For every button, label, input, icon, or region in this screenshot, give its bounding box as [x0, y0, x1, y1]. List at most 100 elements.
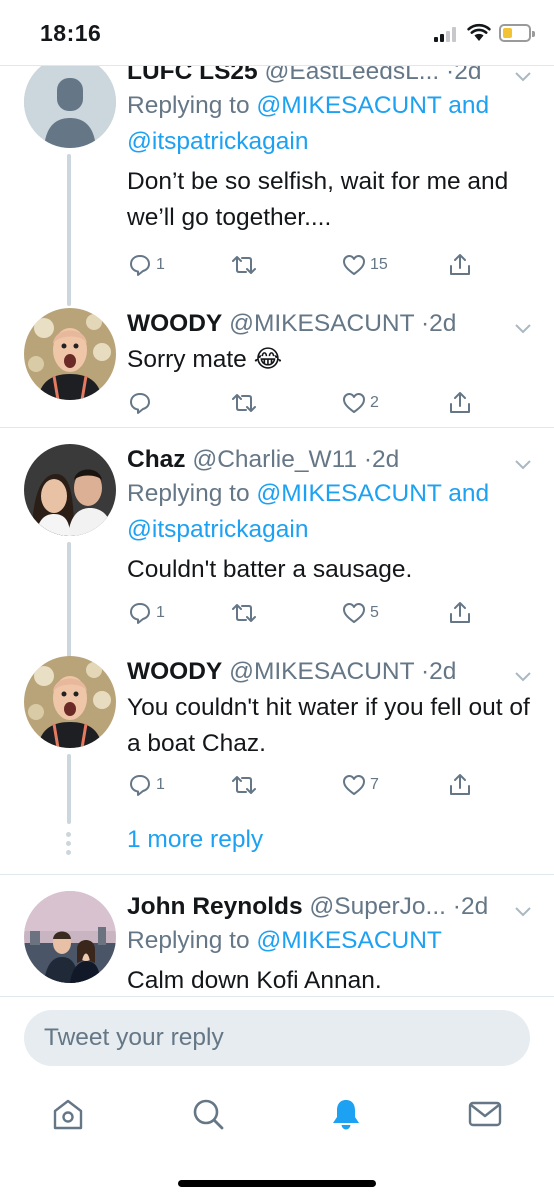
tweet-text: Sorry mate 😂	[127, 346, 283, 373]
cellular-signal-icon	[434, 26, 460, 42]
timestamp: 2d	[460, 893, 489, 920]
reply-icon	[130, 603, 150, 624]
separator-dot: ·	[452, 893, 461, 920]
handle[interactable]: @MIKESACUNT	[229, 658, 414, 685]
share-button[interactable]	[447, 770, 473, 800]
mention-link[interactable]: @MIKESACUNT	[256, 927, 442, 954]
reply-count: 1	[156, 256, 165, 273]
reply-button[interactable]: 1	[127, 250, 165, 280]
thread-line	[67, 154, 71, 306]
profile-photo	[24, 308, 116, 400]
handle[interactable]: @Charlie_W11	[192, 446, 357, 473]
avatar-john[interactable]	[24, 891, 116, 983]
wifi-icon	[467, 23, 491, 41]
tweet[interactable]: Chaz @Charlie_W11 ·2d Replying to @MIKES…	[0, 428, 554, 692]
replying-to: Replying to @MIKESACUNT and @itspatricka…	[127, 92, 490, 155]
share-button[interactable]	[447, 250, 473, 280]
battery-icon	[499, 24, 535, 42]
like-count: 2	[370, 394, 379, 411]
retweet-button[interactable]	[231, 388, 257, 418]
tweet-actions: 2	[127, 388, 487, 418]
reply-icon	[130, 775, 150, 796]
retweet-button[interactable]	[231, 598, 257, 628]
separator-dot: ·	[363, 446, 373, 473]
tweet-text: Don’t be so selfish, wait for me and we’…	[127, 168, 509, 231]
heart-icon	[343, 255, 365, 275]
tweet-text: You couldn't hit water if you fell out o…	[127, 694, 530, 757]
home-indicator[interactable]	[178, 1180, 376, 1187]
more-replies-link[interactable]: 1 more reply	[127, 826, 263, 854]
replying-to: Replying to @MIKESACUNT and @itspatricka…	[127, 480, 490, 543]
profile-photo	[24, 656, 116, 748]
reply-button[interactable]: 1	[127, 770, 165, 800]
tweet[interactable]: John Reynolds @SuperJo... ·2d Replying t…	[0, 875, 554, 996]
share-icon	[450, 602, 470, 623]
handle[interactable]: @MIKESACUNT	[229, 310, 414, 337]
reply-icon	[130, 393, 150, 414]
reply-count: 1	[156, 776, 165, 793]
display-name[interactable]: WOODY	[127, 658, 222, 685]
profile-photo	[24, 444, 116, 536]
retweet-icon	[232, 776, 256, 794]
reply-feed: LUFC LS25 @EastLeedsL... ·2d Replying to…	[0, 36, 554, 996]
timestamp: 2d	[372, 446, 400, 473]
like-button[interactable]: 15	[341, 250, 388, 280]
heart-icon	[343, 603, 365, 623]
retweet-icon	[232, 604, 256, 622]
chevron-down-icon[interactable]	[514, 670, 532, 682]
reply-input[interactable]	[24, 1010, 530, 1066]
replying-to: Replying to @MIKESACUNT	[127, 927, 442, 954]
display-name[interactable]: John Reynolds	[127, 893, 303, 920]
tweet[interactable]: LUFC LS25 @EastLeedsL... ·2d Replying to…	[0, 36, 554, 306]
chevron-down-icon[interactable]	[514, 905, 532, 917]
share-icon	[450, 254, 470, 275]
separator-dot: ·	[420, 310, 430, 337]
notifications-icon[interactable]	[328, 1096, 364, 1132]
share-icon	[450, 774, 470, 795]
chevron-down-icon[interactable]	[514, 70, 532, 82]
divider	[0, 65, 554, 66]
search-icon[interactable]	[190, 1096, 226, 1132]
status-time: 18:16	[40, 20, 102, 46]
tweet[interactable]: WOODY @MIKESACUNT ·2d You couldn't hit w…	[0, 654, 554, 824]
timestamp: 2d	[429, 658, 457, 685]
mention-link[interactable]: @MIKESACUNT	[256, 92, 441, 119]
separator-dot: ·	[420, 658, 430, 685]
avatar-chaz[interactable]	[24, 444, 116, 536]
avatar-woody[interactable]	[24, 308, 116, 400]
like-count: 7	[370, 776, 379, 793]
tweet[interactable]: WOODY @MIKESACUNT ·2d Sorry mate 😂 2	[0, 306, 554, 426]
retweet-icon	[232, 256, 256, 274]
chevron-down-icon[interactable]	[514, 322, 532, 334]
ellipsis-icon	[66, 832, 72, 859]
like-button[interactable]: 2	[341, 388, 379, 418]
share-icon	[450, 392, 470, 413]
messages-icon[interactable]	[467, 1096, 503, 1132]
mention-link[interactable]: @itspatrickagain	[127, 516, 308, 543]
share-button[interactable]	[447, 598, 473, 628]
mention-link[interactable]: @itspatrickagain	[127, 128, 308, 155]
retweet-button[interactable]	[231, 250, 257, 280]
reply-button[interactable]: 1	[127, 598, 165, 628]
share-button[interactable]	[447, 388, 473, 418]
display-name[interactable]: WOODY	[127, 310, 222, 337]
timestamp: 2d	[429, 310, 457, 337]
display-name[interactable]: Chaz	[127, 446, 186, 473]
handle[interactable]: @SuperJo...	[309, 893, 446, 920]
reply-button[interactable]	[127, 388, 156, 418]
reply-icon	[130, 255, 150, 276]
tweet-text: Calm down Kofi Annan.	[127, 967, 382, 994]
heart-icon	[343, 775, 365, 795]
like-count: 15	[370, 256, 388, 273]
chevron-down-icon[interactable]	[514, 458, 532, 470]
reply-count: 1	[156, 604, 165, 621]
like-button[interactable]: 5	[341, 598, 379, 628]
avatar-default[interactable]	[24, 56, 116, 148]
tweet-actions: 1 7	[127, 770, 487, 800]
mention-link[interactable]: @MIKESACUNT	[256, 480, 441, 507]
more-replies-row[interactable]: 1 more reply	[0, 812, 554, 872]
like-button[interactable]: 7	[341, 770, 379, 800]
retweet-button[interactable]	[231, 770, 257, 800]
avatar-woody[interactable]	[24, 656, 116, 748]
home-icon[interactable]	[50, 1096, 86, 1132]
